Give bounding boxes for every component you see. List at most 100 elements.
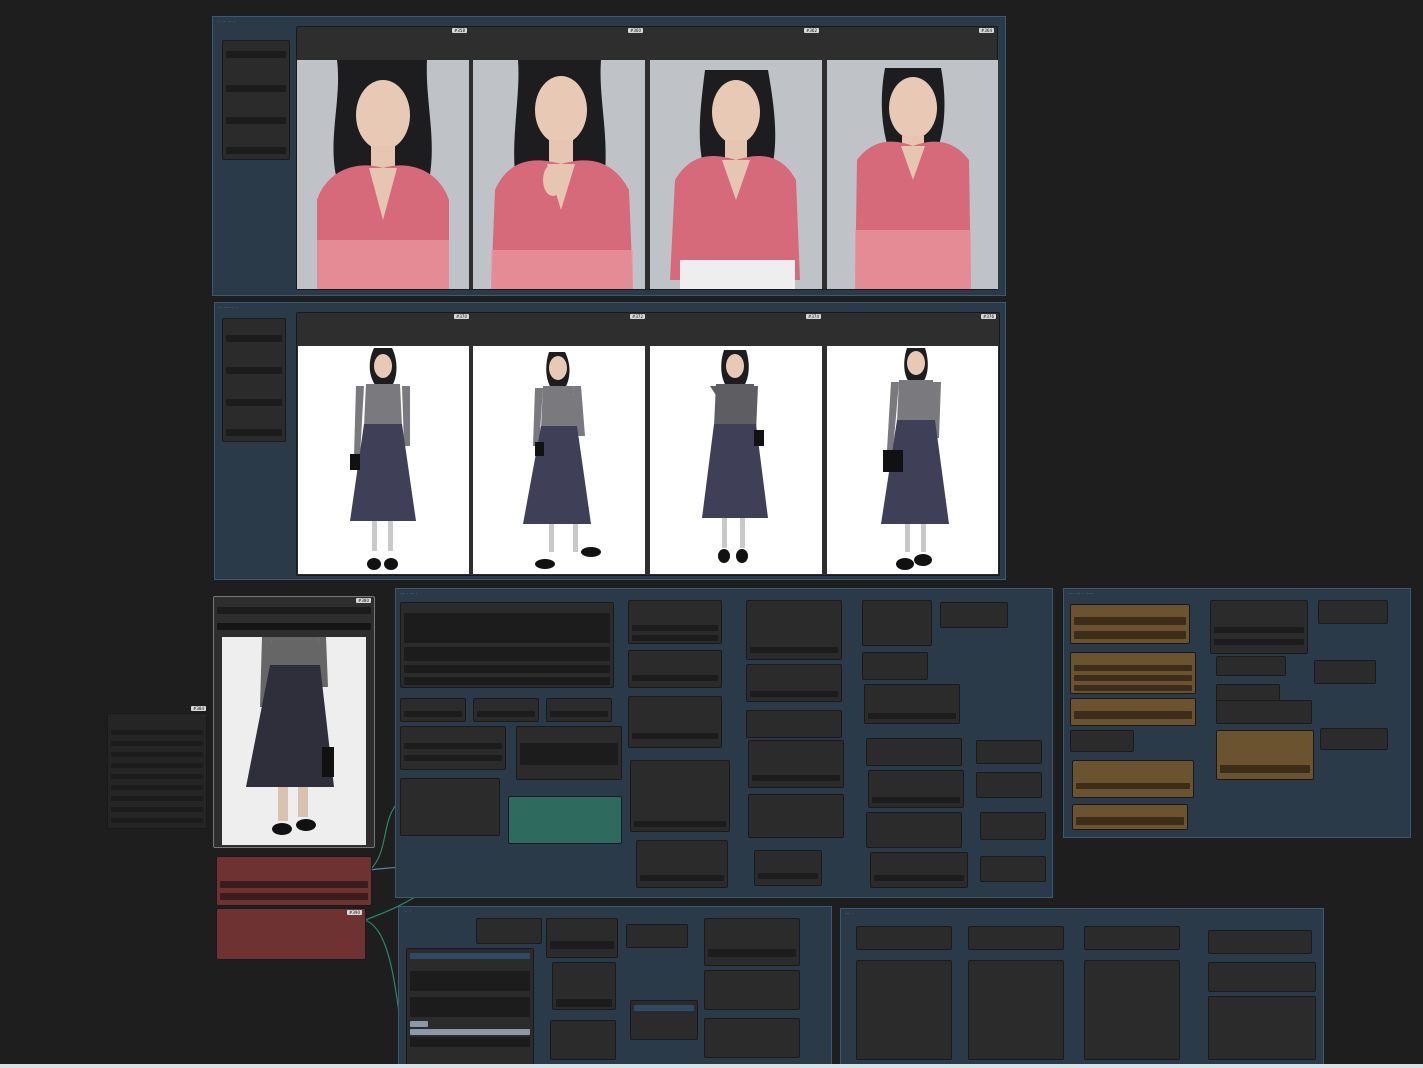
param-node-brown[interactable] [1070,698,1196,726]
widget-row[interactable] [750,647,838,653]
bottom-right-node[interactable] [1208,962,1316,992]
param-node[interactable] [1320,728,1388,750]
toggle-row[interactable] [111,807,203,812]
upload-button[interactable] [217,623,371,630]
bottom-node[interactable] [550,1020,616,1060]
model-node[interactable] [746,710,842,738]
widget-row[interactable] [1074,685,1192,691]
lora-node[interactable] [866,738,962,766]
widget-row[interactable] [477,711,535,717]
fullbody-skirt-2[interactable] [473,346,645,574]
input-row[interactable] [226,51,286,58]
model-node[interactable] [748,794,844,838]
widget-row[interactable] [1074,631,1186,639]
mask-row[interactable] [220,881,368,888]
mask-row[interactable] [220,893,368,900]
lora-node[interactable] [862,652,928,680]
encode-node[interactable] [516,726,622,780]
widget-row[interactable] [640,875,724,881]
fullbody-skirt-4[interactable] [827,346,998,574]
input-row[interactable] [226,85,286,92]
param-node[interactable] [1318,600,1388,624]
lora-node[interactable] [864,684,960,724]
small-node[interactable] [546,698,612,722]
prompt-textarea[interactable] [404,613,610,643]
widget-row[interactable] [632,625,718,631]
input-row[interactable] [226,399,282,406]
widget-row[interactable] [758,873,818,879]
bottom-node[interactable] [406,948,534,1068]
widget-row[interactable] [1074,665,1192,671]
bottom-node[interactable] [626,924,688,948]
note-node[interactable] [508,796,622,844]
bottom-right-node[interactable] [856,960,952,1060]
param-node[interactable] [1210,600,1308,654]
cardigan-portrait-2[interactable] [473,60,645,289]
bottom-right-node[interactable] [856,926,952,950]
model-node[interactable] [754,850,822,886]
input-row[interactable] [226,335,282,342]
model-node[interactable] [746,664,842,702]
lora-node[interactable] [866,812,962,848]
fullbody-skirt-1[interactable] [298,346,469,574]
widget-row[interactable] [632,733,718,739]
model-node[interactable] [746,600,842,660]
bottom-node[interactable] [704,970,800,1010]
bottom-right-node[interactable] [968,960,1064,1060]
toggle-row[interactable] [111,785,203,790]
bottom-node[interactable] [630,1000,698,1040]
sampler-node[interactable] [628,650,722,688]
toggle-row[interactable] [111,730,203,735]
bottom-node[interactable] [552,962,616,1010]
widget-row[interactable] [410,971,530,991]
prompt-textarea[interactable] [404,665,610,673]
widget-row[interactable] [410,953,530,959]
param-node-brown[interactable] [1070,604,1190,644]
widget-row[interactable] [410,1037,530,1047]
small-node[interactable] [400,698,466,722]
bottom-node[interactable] [546,918,618,958]
lora-node[interactable] [862,600,932,646]
widget-row[interactable] [752,775,840,781]
widget-row[interactable] [556,999,612,1007]
lora-node[interactable] [870,852,968,888]
widget-row[interactable] [750,691,838,697]
toggle-row[interactable] [111,796,203,801]
widget-row[interactable] [1076,783,1190,789]
widget-row[interactable] [634,821,726,827]
param-node[interactable] [1216,700,1312,724]
input-row[interactable] [226,117,286,124]
toggle-row[interactable] [111,818,203,823]
bottom-node[interactable] [704,1018,800,1058]
widget-row[interactable] [404,755,502,761]
widget-row[interactable] [872,797,960,803]
input-row[interactable] [226,429,282,436]
widget-row[interactable] [632,635,718,641]
bottom-right-node[interactable] [1208,930,1312,954]
widget-row[interactable] [874,875,964,881]
param-node[interactable] [1314,660,1376,684]
toggle-row[interactable] [111,741,203,746]
toggle-row[interactable] [111,752,203,757]
widget-row[interactable] [1214,627,1304,633]
widget-row[interactable] [1076,817,1184,825]
prompt-textarea[interactable] [404,677,610,685]
output-node[interactable] [976,740,1042,764]
fullbody-skirt-3[interactable] [650,346,822,574]
image-select[interactable] [217,607,371,614]
widget-row[interactable] [550,941,614,949]
param-node[interactable] [1216,656,1286,676]
prompt-node[interactable] [400,602,614,688]
side-settings-node[interactable]: #384 [107,706,207,829]
small-node[interactable] [473,698,539,722]
mask-output-node[interactable]: #390 [216,908,366,960]
sampler-node[interactable] [636,840,728,888]
cardigan-portrait-3[interactable] [650,60,822,289]
param-node-brown[interactable] [1070,652,1196,694]
sampler-node[interactable] [628,600,722,644]
widget-row[interactable] [868,713,956,719]
widget-row[interactable] [410,997,530,1017]
cardigan-portrait-1[interactable] [297,60,469,289]
middle-input-node[interactable] [222,318,286,442]
output-node[interactable] [976,772,1042,798]
